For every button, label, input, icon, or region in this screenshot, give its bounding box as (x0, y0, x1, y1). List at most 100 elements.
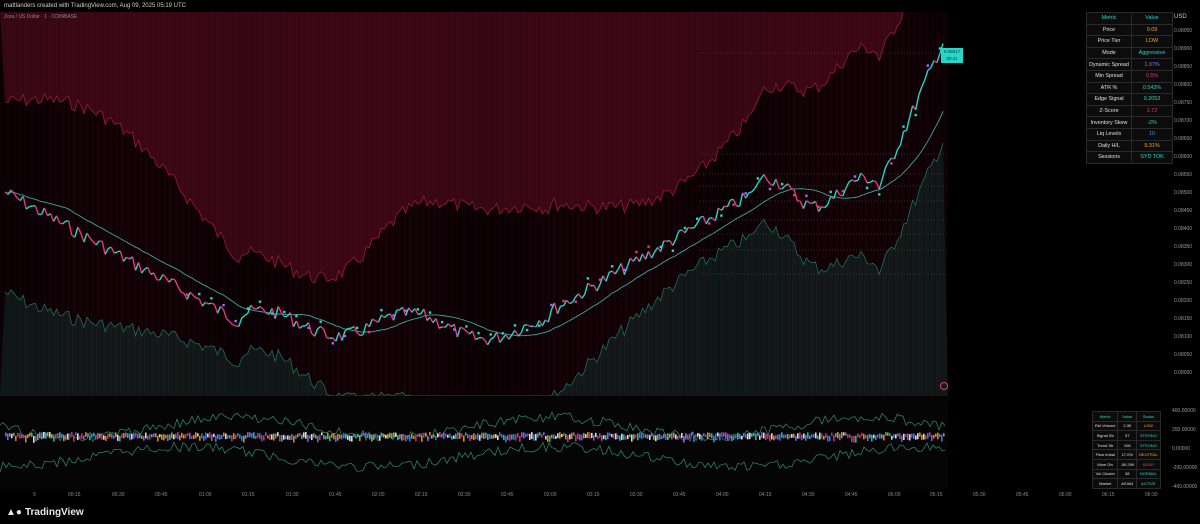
oscillator-bar (399, 433, 401, 440)
oscillator-bar (281, 435, 283, 442)
oscillator-bar (349, 435, 351, 442)
oscillator-bar (701, 434, 703, 441)
signal-marker (671, 249, 675, 252)
metric-name: Liq Levels (1086, 127, 1132, 141)
price-label: 0.08550 (1174, 172, 1193, 178)
oscillator-bar (13, 432, 15, 436)
oscillator-bar (779, 434, 781, 441)
oscillator-bar (307, 435, 309, 442)
oscillator-bar (437, 433, 439, 438)
oscillator-bar (479, 434, 481, 441)
oscillator-bar (575, 434, 577, 442)
price-label: 0.08900 (1174, 46, 1193, 52)
oscillator-bar (247, 432, 249, 438)
oscillator-bar (855, 435, 857, 443)
price-label: 0.08400 (1174, 226, 1193, 232)
metric-value: 0.543% (1131, 81, 1173, 95)
oscillator-bar (329, 435, 331, 442)
metric-name: Edge Signal (1086, 93, 1132, 106)
oscillator-bar (923, 433, 925, 440)
oscillator-bar (345, 433, 347, 439)
metrics-header-value: Value (1131, 12, 1173, 25)
oscillator-bar (843, 432, 845, 436)
oscillator-bar (119, 435, 121, 442)
signal-marker (465, 325, 468, 328)
status-header-value: Value (1117, 411, 1138, 422)
metric-value: 1.72 (1131, 104, 1173, 118)
oscillator-bar (279, 434, 281, 442)
oscillator-bar (237, 433, 239, 437)
price-label: 0.08800 (1174, 82, 1193, 88)
price-line-segment (678, 229, 683, 232)
oscillator-bar (269, 434, 271, 440)
oscillator-bar (593, 435, 595, 441)
oscillator-bar (513, 433, 515, 440)
oscillator-bar (31, 432, 33, 437)
oscillator-bar (625, 435, 627, 440)
oscillator-bar (825, 433, 827, 439)
time-label: 05:45 (1016, 492, 1029, 498)
oscillator-bar (359, 435, 361, 442)
oscillator-bar (889, 433, 891, 437)
signal-marker (538, 324, 541, 327)
oscillator-bar (461, 433, 463, 438)
price-axis[interactable]: USD 0.08950 0.08900 0.08850 0.08800 0.08… (1170, 12, 1200, 490)
oscillator-bar (173, 434, 175, 440)
oscillator-bar (185, 434, 187, 439)
oscillator-bar (47, 432, 49, 437)
oscillator-bar (175, 433, 177, 439)
oscillator-bar (709, 432, 711, 438)
time-label: 06:30 (1145, 492, 1158, 498)
oscillator-bar (7, 433, 9, 440)
alert-marker-icon[interactable] (940, 382, 948, 390)
oscillator-bar (509, 434, 511, 441)
price-pane[interactable] (0, 0, 1200, 397)
oscillator-bar (117, 434, 119, 441)
oscillator-bar (343, 432, 345, 439)
oscillator-bar (687, 434, 689, 440)
oscillator-bar (797, 433, 799, 439)
oscillator-bar (589, 432, 591, 439)
oscillator-pane[interactable] (0, 397, 1200, 489)
oscillator-bar (275, 433, 277, 439)
oscillator-bar (735, 435, 737, 439)
oscillator-bar (723, 432, 725, 437)
oscillator-bar (75, 432, 77, 436)
tradingview-logo[interactable]: ▲● TradingView (6, 507, 84, 518)
price-label: 0.08200 (1174, 298, 1193, 304)
oscillator-bar (767, 434, 769, 439)
oscillator-bar (783, 434, 785, 439)
oscillator-bar (801, 434, 803, 441)
price-line-segment (29, 205, 33, 208)
oscillator-bar (689, 433, 691, 439)
oscillator-bar (703, 433, 705, 437)
oscillator-bar (439, 432, 441, 437)
oscillator-bar (5, 432, 7, 437)
oscillator-bar (777, 434, 779, 440)
metric-name: Z-Score (1086, 104, 1132, 118)
oscillator-bar (43, 432, 45, 439)
price-chart (0, 0, 1200, 397)
price-label: 0.08050 (1174, 352, 1193, 358)
osc-label: 200.00000 (1172, 427, 1196, 433)
oscillator-bar (373, 434, 375, 440)
oscillator-bar (875, 435, 877, 440)
oscillator-bar (325, 435, 327, 440)
time-label: 02:30 (458, 492, 471, 498)
oscillator-bar (225, 433, 227, 440)
oscillator-bar (627, 434, 629, 440)
oscillator-bar (259, 433, 261, 439)
oscillator-bar (693, 435, 695, 443)
status-value: -90.299 (1117, 458, 1138, 470)
oscillator-bar (145, 432, 147, 439)
oscillator-bar (897, 433, 899, 437)
oscillator-bar (919, 432, 921, 437)
oscillator-bar (267, 435, 269, 439)
status-table: Metric Value Status Rel Volume 0.39 LOW Si… (1091, 411, 1161, 489)
signal-marker (623, 268, 626, 272)
oscillator-bar (751, 433, 753, 437)
oscillator-bar (351, 435, 353, 442)
time-axis[interactable]: 9 00:15 00:30 00:45 01:00 01:15 01:30 01… (0, 490, 1170, 500)
oscillator-bar (585, 434, 587, 438)
oscillator-bar (23, 434, 25, 439)
